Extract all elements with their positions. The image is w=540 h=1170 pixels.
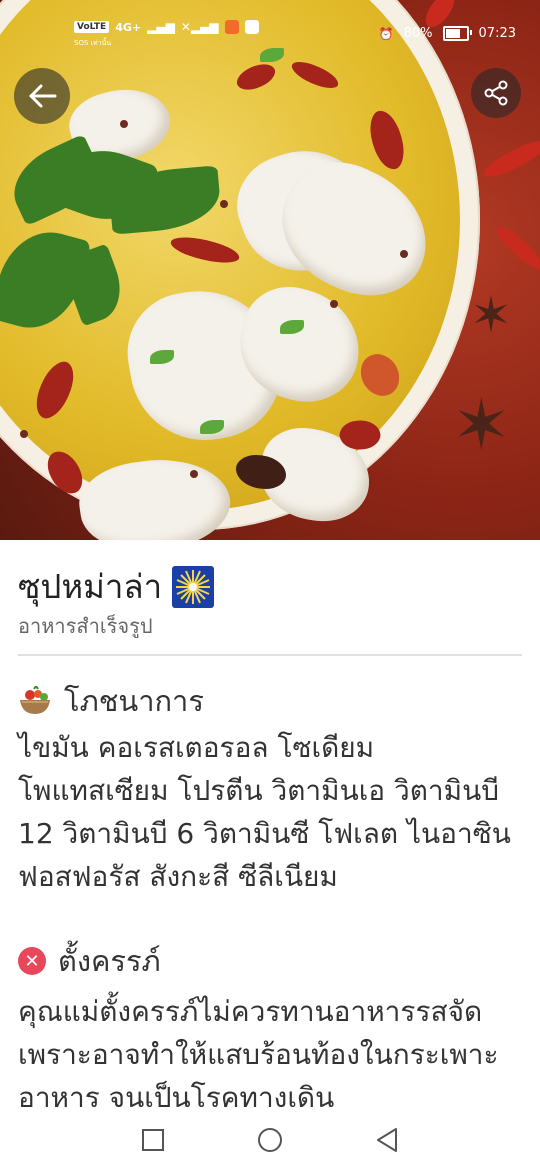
nutrition-heading: โภชนาการ [18, 678, 204, 724]
share-button[interactable] [471, 68, 521, 118]
app-notification-icon [224, 20, 239, 34]
peppercorn [20, 430, 28, 438]
signal-icon: ▂▄▆ [147, 20, 175, 34]
pregnancy-heading: ✕ ตั้งครรภ์ [18, 938, 161, 984]
peppercorn [400, 250, 408, 258]
battery-percent: 80% [403, 26, 433, 41]
divider [18, 654, 522, 656]
peppercorn [330, 300, 338, 308]
title-row: ซุปหม่าล่า [18, 560, 215, 613]
fresh-chili [480, 133, 540, 185]
arrow-left-icon [29, 84, 57, 108]
hero-food-image: ✶ ✶ [0, 0, 540, 540]
nutrition-text: ไขมัน คอเรสเตอรอล โซเดียม โพแทสเซียม โปร… [18, 731, 511, 893]
nutrition-label: โภชนาการ [64, 684, 204, 718]
recipe-details[interactable]: ซุปหม่าล่า อาหารสำเร็จรูป โภชนาการ ไขมัน… [0, 540, 540, 1110]
peppercorn [220, 200, 228, 208]
star-anise-icon: ✶ [470, 286, 512, 344]
circle-icon[interactable] [257, 1127, 283, 1153]
battery-icon [442, 26, 472, 41]
pregnancy-label: ตั้งครรภ์ [58, 944, 161, 978]
status-right: ⏰ 80% 07:23 [379, 26, 516, 41]
back-button[interactable] [14, 68, 70, 124]
pregnancy-text: คุณแม่ตั้งครรภ์ไม่ควรทานอาหารรสจัด เพราะ… [18, 995, 499, 1110]
share-icon [484, 80, 508, 106]
sparkler-icon [172, 565, 215, 608]
square-icon[interactable] [141, 1128, 165, 1152]
star-anise-icon: ✶ [452, 384, 511, 466]
salad-bowl-icon [20, 686, 50, 714]
peppercorn [120, 120, 128, 128]
recipe-category: อาหารสำเร็จรูป [18, 614, 153, 638]
recipe-title: ซุปหม่าล่า [18, 567, 163, 606]
peppercorn [190, 470, 198, 478]
status-left: VoLTE 4G+ ▂▄▆ ✕▂▄▆ [74, 20, 259, 34]
status-bar: VoLTE 4G+ ▂▄▆ ✕▂▄▆ SOS เท่านั้น ⏰ 80% 07… [0, 0, 540, 64]
x-circle-icon: ✕ [18, 947, 46, 975]
system-nav-bar [0, 1110, 540, 1170]
network-type: 4G+ [115, 20, 142, 34]
alarm-icon: ⏰ [378, 26, 394, 41]
volte-badge: VoLTE [74, 21, 110, 33]
clock: 07:23 [478, 26, 516, 41]
no-sim-signal-icon: ✕▂▄▆ [180, 20, 219, 34]
carrier-label: SOS เท่านั้น [74, 39, 112, 47]
app-notification-icon-2 [244, 20, 259, 34]
triangle-back-icon[interactable] [375, 1127, 399, 1153]
fresh-chili [491, 222, 540, 274]
